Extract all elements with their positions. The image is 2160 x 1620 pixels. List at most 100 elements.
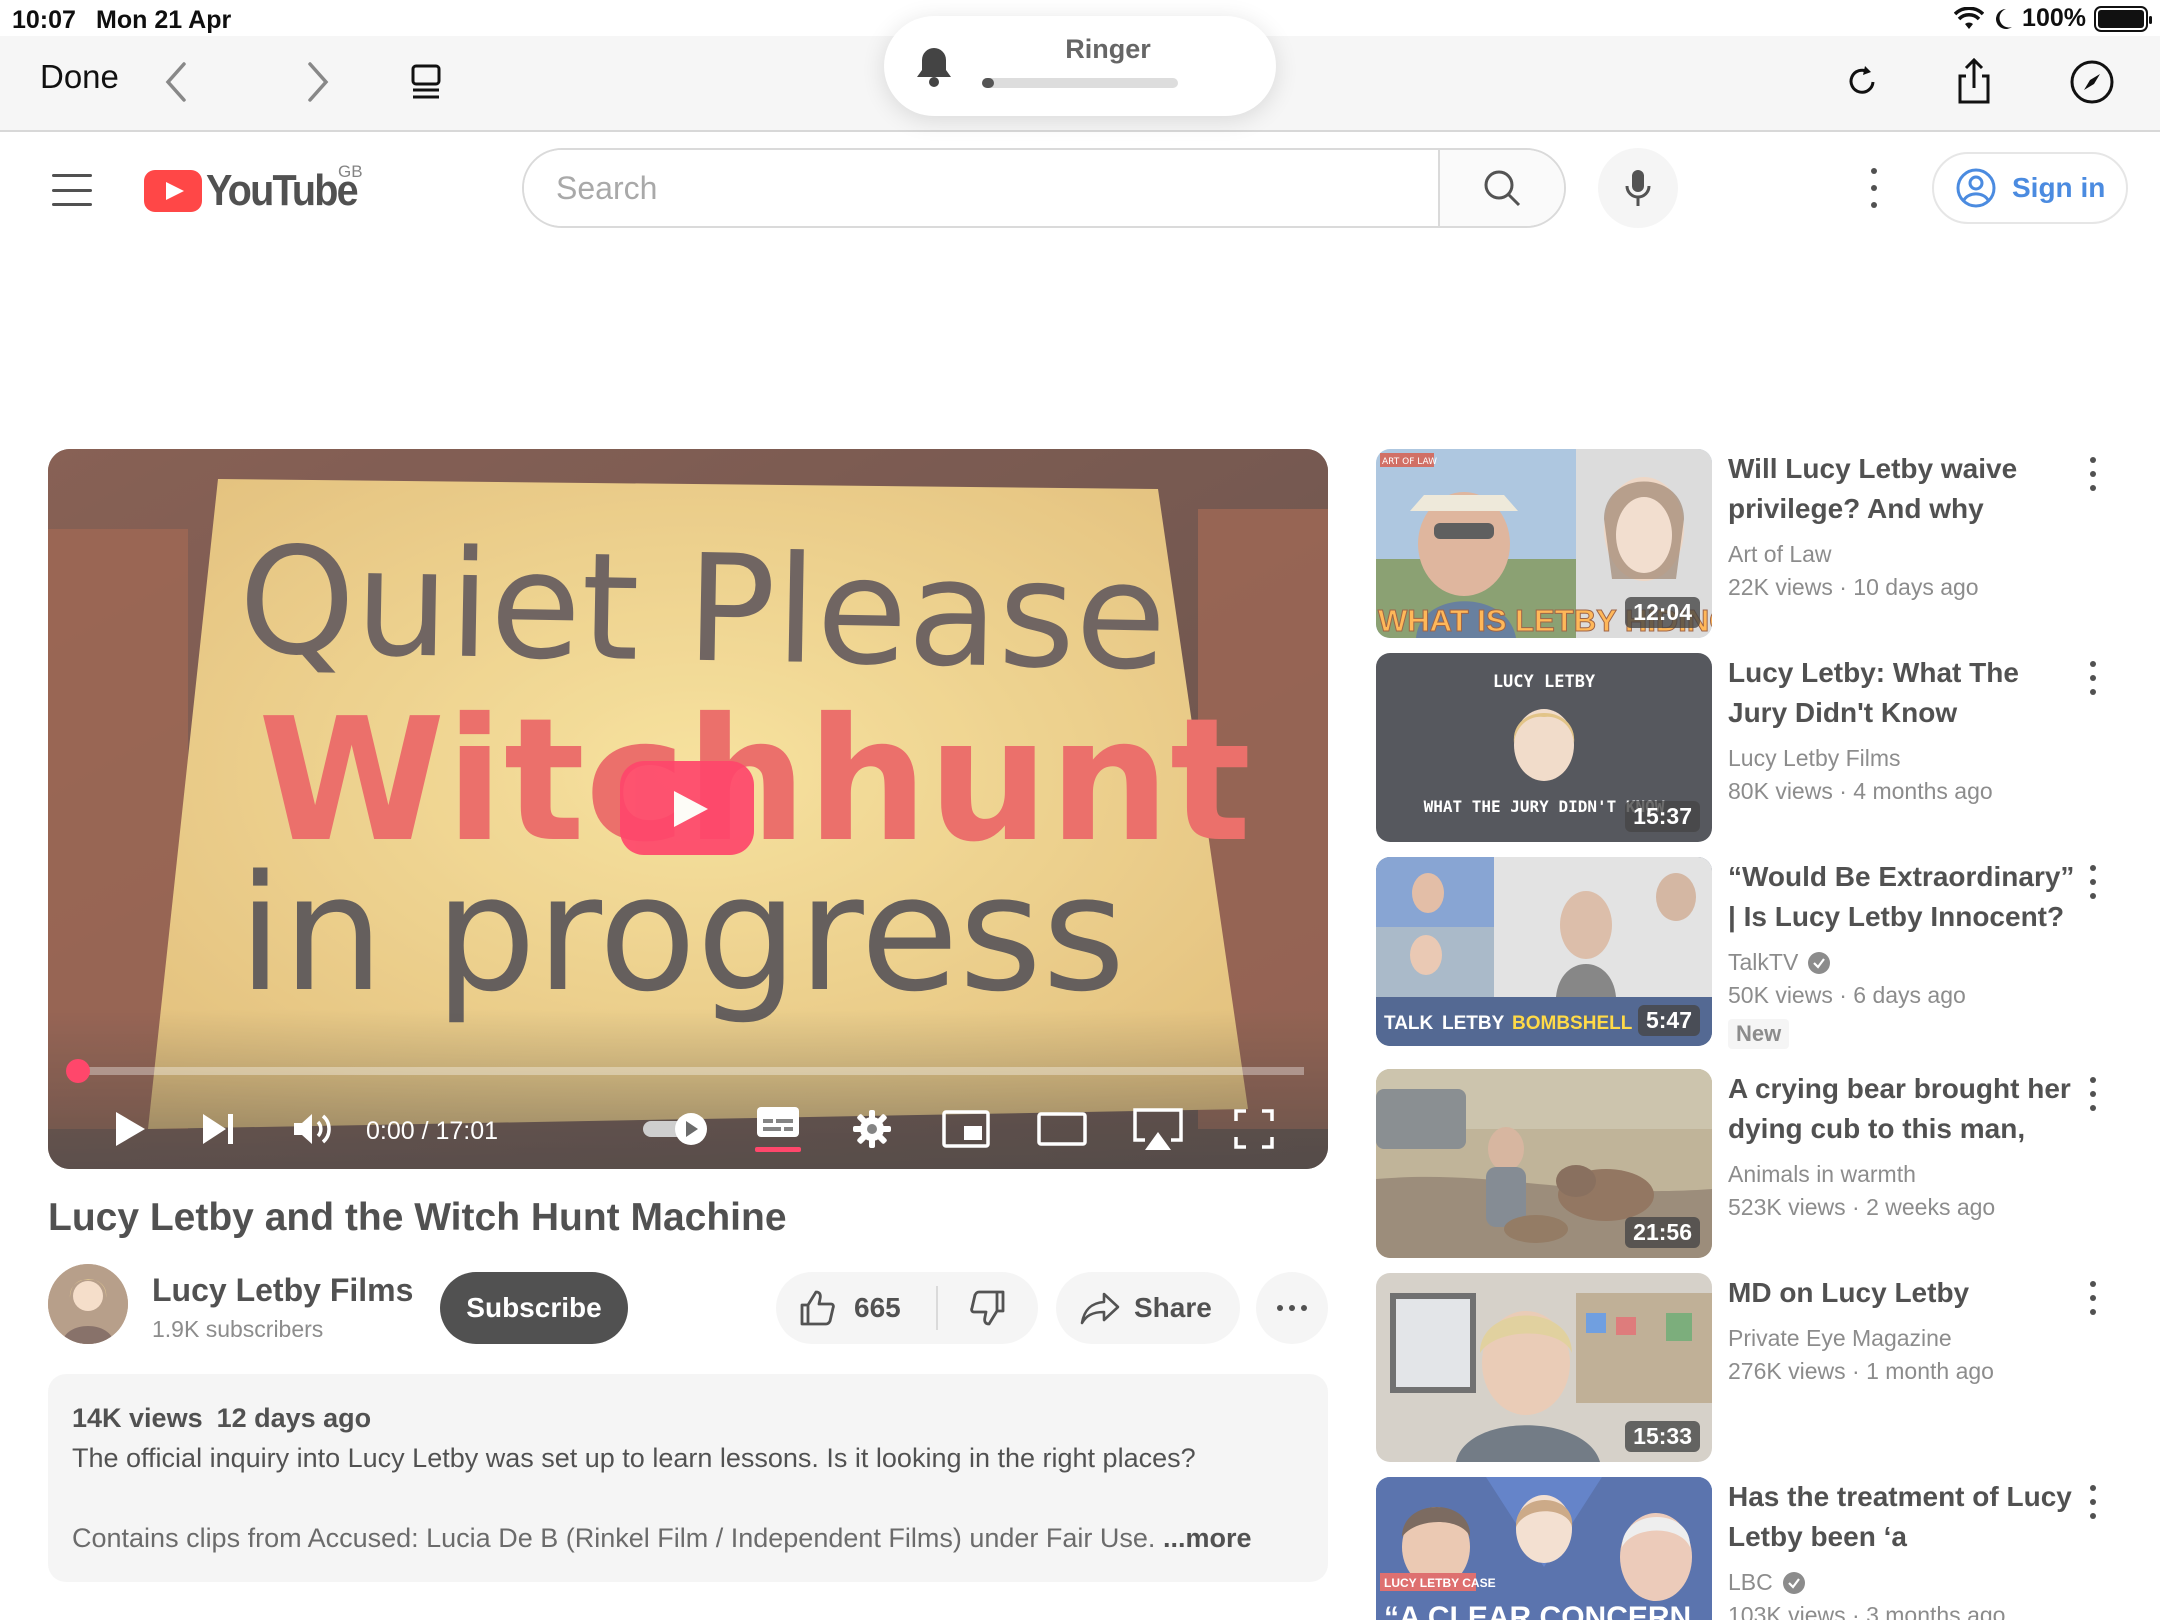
channel-avatar[interactable] xyxy=(48,1264,128,1344)
reload-button[interactable] xyxy=(1834,54,1890,110)
new-badge: New xyxy=(1728,1019,1790,1049)
item-menu-icon[interactable] xyxy=(2083,457,2103,491)
search-button[interactable] xyxy=(1438,150,1564,226)
volume-button[interactable] xyxy=(282,1101,342,1157)
recommendation-item[interactable]: ART OF LAW WHAT IS LETBY HIDING? 12:04 W… xyxy=(1376,449,2136,639)
video-thumbnail[interactable]: 15:33 xyxy=(1376,1273,1712,1462)
seek-handle[interactable] xyxy=(66,1059,90,1083)
dislike-button[interactable] xyxy=(938,1289,1038,1327)
recommendation-title[interactable]: A crying bear brought her dying cub to t… xyxy=(1728,1069,2078,1149)
miniplayer-button[interactable] xyxy=(936,1101,996,1157)
recommendation-info: Lucy Letby: What The Jury Didn't Know Lu… xyxy=(1728,653,2078,805)
captions-button[interactable] xyxy=(748,1101,808,1157)
item-menu-icon[interactable] xyxy=(2083,1485,2103,1519)
more-actions-button[interactable] xyxy=(1256,1272,1328,1344)
subscribe-button[interactable]: Subscribe xyxy=(440,1272,628,1344)
reader-icon xyxy=(411,64,441,99)
recommendation-title[interactable]: MD on Lucy Letby xyxy=(1728,1273,2078,1313)
forward-button[interactable] xyxy=(290,54,346,110)
thumbs-down-icon xyxy=(970,1290,1005,1326)
airplay-icon xyxy=(1133,1108,1183,1150)
country-code: GB xyxy=(338,162,363,181)
like-count: 665 xyxy=(854,1292,901,1323)
item-menu-icon[interactable] xyxy=(2083,865,2103,899)
reader-button[interactable] xyxy=(398,54,454,110)
video-duration: 21:56 xyxy=(1625,1217,1700,1248)
hamburger-menu-icon[interactable] xyxy=(52,174,92,206)
description-line1: The official inquiry into Lucy Letby was… xyxy=(72,1443,1196,1473)
search-input[interactable] xyxy=(524,150,1438,226)
recommendation-info: A crying bear brought her dying cub to t… xyxy=(1728,1069,2078,1221)
recommendation-title[interactable]: Lucy Letby: What The Jury Didn't Know xyxy=(1728,653,2078,733)
share-label: Share xyxy=(1134,1292,1212,1323)
recommendation-channel[interactable]: Lucy Letby Films xyxy=(1728,745,2078,772)
video-thumbnail[interactable]: TALK LETBY BOMBSHELL 5:47 xyxy=(1376,857,1712,1046)
recommendation-channel[interactable]: TalkTV xyxy=(1728,949,2078,976)
share-sheet-button[interactable] xyxy=(1946,54,2002,110)
skip-next-icon xyxy=(203,1114,233,1144)
thumbs-up-icon xyxy=(800,1290,835,1326)
recommendation-title[interactable]: “Would Be Extraordinary” | Is Lucy Letby… xyxy=(1728,857,2078,937)
video-thumbnail[interactable]: LUCY LETBY WHAT THE JURY DIDN'T KNOW 15:… xyxy=(1376,653,1712,842)
settings-button[interactable] xyxy=(842,1101,902,1157)
large-play-button[interactable] xyxy=(620,761,754,855)
video-thumbnail[interactable]: 21:56 xyxy=(1376,1069,1712,1258)
recommendation-item[interactable]: LUCY LETBY WHAT THE JURY DIDN'T KNOW 15:… xyxy=(1376,653,2136,843)
microphone-icon xyxy=(1625,170,1651,206)
ringer-hud: Ringer xyxy=(884,16,1276,116)
recommendation-item[interactable]: TALK LETBY BOMBSHELL 5:47 “Would Be Extr… xyxy=(1376,857,2136,1049)
video-thumbnail[interactable]: ART OF LAW WHAT IS LETBY HIDING? 12:04 xyxy=(1376,449,1712,638)
sign-in-button[interactable]: Sign in xyxy=(1932,152,2128,224)
description-box[interactable]: 14K views 12 days ago The official inquir… xyxy=(48,1374,1328,1582)
recommendation-info: MD on Lucy Letby Private Eye Magazine 27… xyxy=(1728,1273,2078,1385)
battery-icon xyxy=(2094,5,2152,32)
recommendation-channel[interactable]: Private Eye Magazine xyxy=(1728,1325,2078,1352)
share-button[interactable]: Share xyxy=(1056,1272,1240,1344)
recommendation-title[interactable]: Will Lucy Letby waive privilege? And why… xyxy=(1728,449,2078,529)
back-button[interactable] xyxy=(148,54,204,110)
moon-icon xyxy=(1996,8,2013,29)
seek-bar[interactable] xyxy=(66,1059,1304,1083)
recommendation-title[interactable]: Has the treatment of Lucy Letby been ‘a … xyxy=(1728,1477,2078,1557)
recommendation-channel[interactable]: Animals in warmth xyxy=(1728,1161,2078,1188)
compass-button[interactable] xyxy=(2064,54,2120,110)
play-icon xyxy=(116,1112,145,1146)
done-button[interactable]: Done xyxy=(40,58,119,96)
item-menu-icon[interactable] xyxy=(2083,661,2103,695)
recommendation-item[interactable]: LUCY LETBY CASE “A CLEAR CONCERN Has the… xyxy=(1376,1477,2136,1620)
video-duration: 15:37 xyxy=(1625,801,1700,832)
sign-line1: Quiet Please xyxy=(237,515,1168,703)
theater-mode-button[interactable] xyxy=(1032,1101,1092,1157)
autoplay-toggle[interactable] xyxy=(638,1101,714,1157)
recommendation-meta: 50K views · 6 days ago xyxy=(1728,982,1966,1008)
settings-more-icon[interactable] xyxy=(1856,168,1892,208)
description-line2: Contains clips from Accused: Lucia De B … xyxy=(72,1523,1252,1553)
video-thumbnail[interactable]: LUCY LETBY CASE “A CLEAR CONCERN xyxy=(1376,1477,1712,1620)
item-menu-icon[interactable] xyxy=(2083,1077,2103,1111)
compass-icon xyxy=(2070,60,2114,104)
recommendation-item[interactable]: 15:33 MD on Lucy Letby Private Eye Magaz… xyxy=(1376,1273,2136,1463)
description-more-link[interactable]: ...more xyxy=(1163,1523,1252,1553)
play-button[interactable] xyxy=(100,1101,160,1157)
volume-icon xyxy=(294,1114,331,1144)
youtube-play-logo-icon xyxy=(144,170,202,212)
item-menu-icon[interactable] xyxy=(2083,1281,2103,1315)
verified-check-icon xyxy=(1782,1571,1805,1594)
video-player[interactable]: Quiet Please Witchhunt in progress 0:00 … xyxy=(48,449,1328,1169)
subscriber-count: 1.9K subscribers xyxy=(152,1316,324,1342)
like-dislike-group: 665 xyxy=(776,1272,1038,1344)
fullscreen-button[interactable] xyxy=(1224,1101,1284,1157)
airplay-button[interactable] xyxy=(1126,1101,1190,1157)
youtube-logo[interactable]: YouTube GB xyxy=(144,162,374,216)
channel-name[interactable]: Lucy Letby Films xyxy=(152,1272,413,1309)
recommendation-channel[interactable]: LBC xyxy=(1728,1569,2078,1596)
recommendation-item[interactable]: 21:56 A crying bear brought her dying cu… xyxy=(1376,1069,2136,1259)
like-button[interactable]: 665 xyxy=(776,1289,936,1327)
ringer-volume-slider[interactable] xyxy=(982,78,1178,88)
fullscreen-icon xyxy=(1234,1109,1274,1149)
view-count: 14K views xyxy=(72,1403,203,1433)
recommendation-channel[interactable]: Art of Law xyxy=(1728,541,2078,568)
chevron-left-icon xyxy=(165,62,186,102)
voice-search-button[interactable] xyxy=(1598,148,1678,228)
next-button[interactable] xyxy=(188,1101,248,1157)
